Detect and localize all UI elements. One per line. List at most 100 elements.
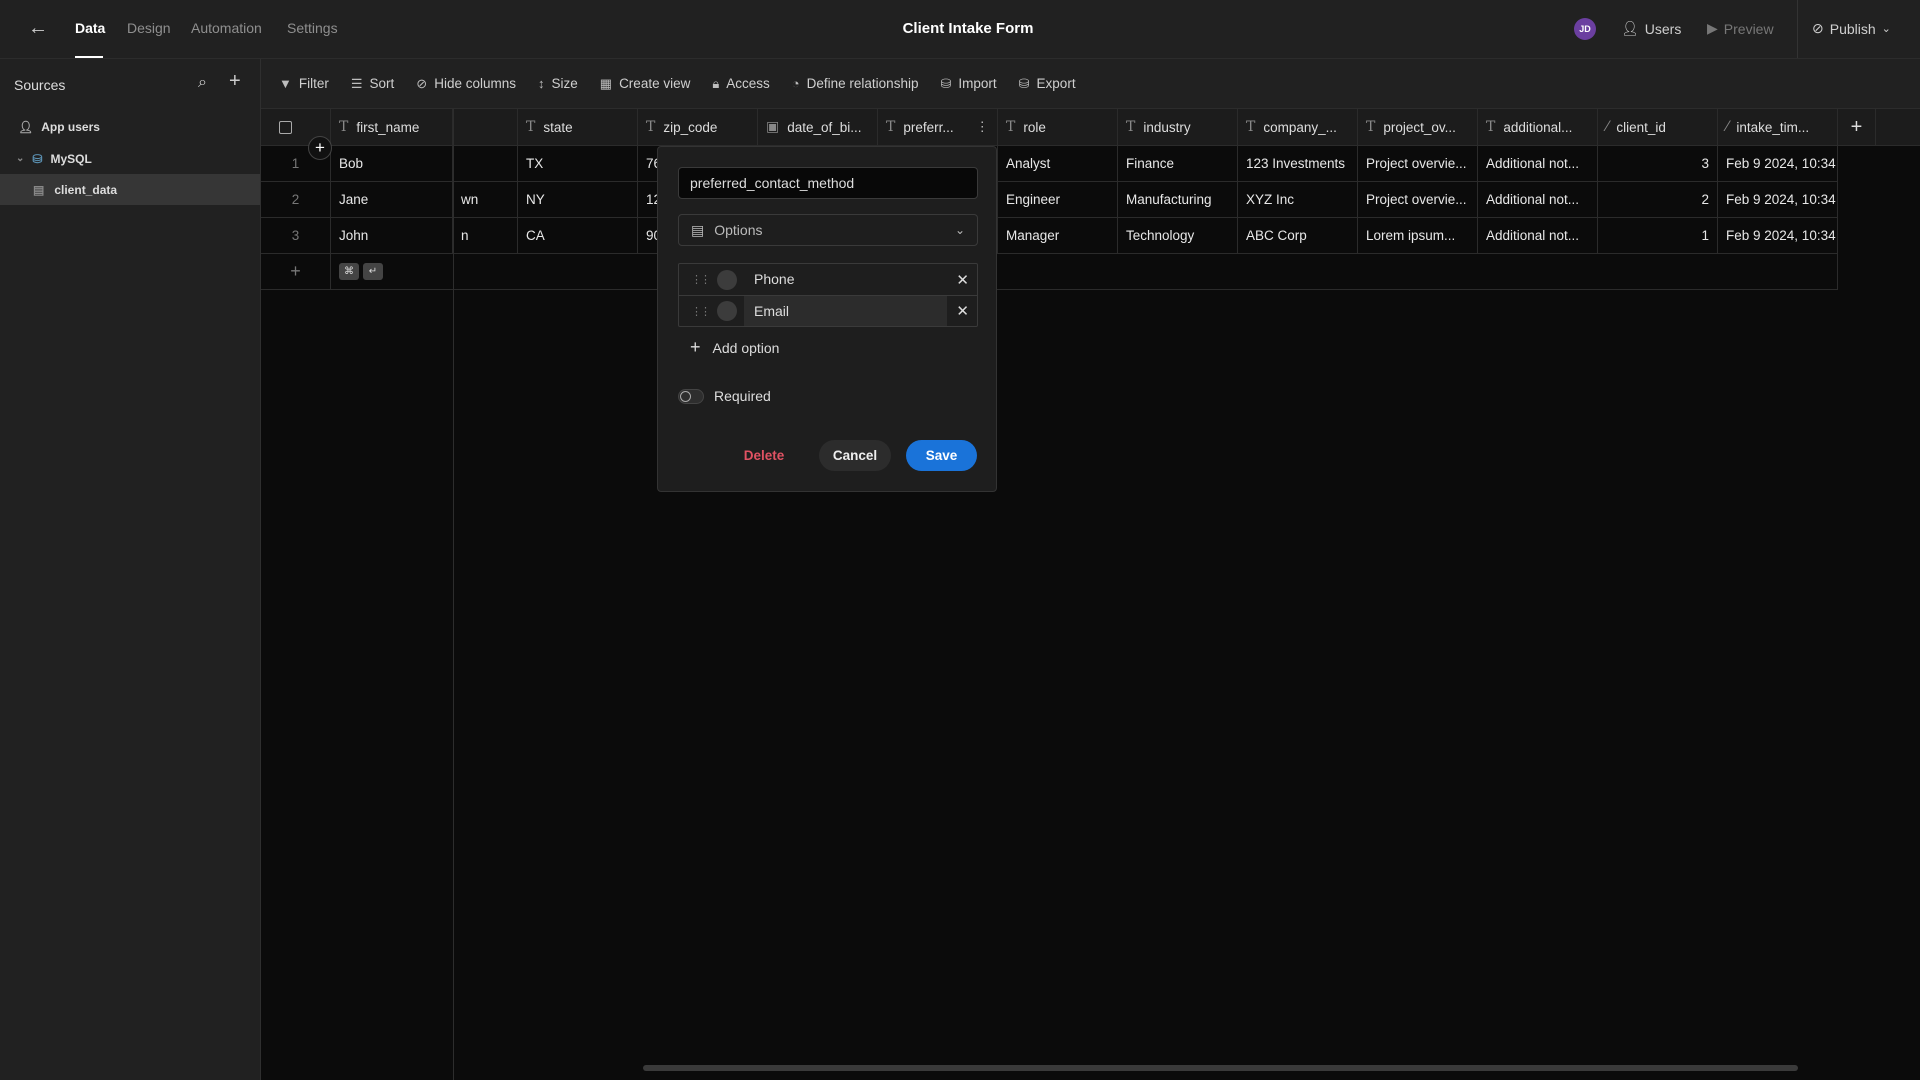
import-button[interactable]: ⛁ Import bbox=[940, 76, 996, 92]
table-cell[interactable]: Project overvie... bbox=[1358, 146, 1478, 182]
option-color-picker[interactable] bbox=[717, 301, 737, 321]
save-button[interactable]: Save bbox=[906, 440, 977, 471]
table-cell[interactable]: CA bbox=[518, 218, 638, 254]
table-cell[interactable]: Additional not... bbox=[1478, 182, 1598, 218]
table-cell[interactable]: Feb 9 2024, 10:34 bbox=[1718, 146, 1838, 182]
horizontal-scrollbar[interactable] bbox=[643, 1065, 1798, 1071]
filter-button[interactable]: ▼ Filter bbox=[279, 76, 329, 91]
column-header[interactable]: Tadditional... bbox=[1478, 109, 1598, 146]
table-cell[interactable]: NY bbox=[518, 182, 638, 218]
table-cell[interactable]: Bob bbox=[331, 146, 453, 182]
table-cell[interactable]: Finance bbox=[1118, 146, 1238, 182]
option-color-picker[interactable] bbox=[717, 269, 737, 290]
table-cell[interactable]: Feb 9 2024, 10:34 bbox=[1718, 218, 1838, 254]
column-menu-icon[interactable]: ⋮ bbox=[976, 119, 990, 135]
play-icon: ▶ bbox=[1707, 20, 1718, 36]
table-cell[interactable]: 1 bbox=[1598, 218, 1718, 254]
add-row-area[interactable]: ⌘ ↵ bbox=[331, 254, 1838, 290]
column-header[interactable]: Tindustry bbox=[1118, 109, 1238, 146]
table-cell[interactable]: ABC Corp bbox=[1238, 218, 1358, 254]
options-type-icon: ▤ bbox=[691, 221, 705, 238]
insert-column-button[interactable]: + bbox=[308, 136, 332, 160]
option-input[interactable]: Email bbox=[744, 296, 947, 326]
chevron-down-icon: ⌄ bbox=[16, 153, 25, 164]
define-relationship-button[interactable]: ◔ Define relationship bbox=[792, 76, 919, 91]
export-icon: ⛁ bbox=[1018, 75, 1030, 91]
preview-button[interactable]: ▶ Preview bbox=[1707, 20, 1774, 37]
add-column-button[interactable]: + bbox=[1838, 109, 1876, 146]
add-option-button[interactable]: + Add option bbox=[690, 337, 779, 358]
avatar[interactable]: JD bbox=[1574, 18, 1596, 40]
table-cell[interactable]: Technology bbox=[1118, 218, 1238, 254]
add-source-icon[interactable]: + bbox=[229, 70, 241, 93]
table-cell[interactable]: Additional not... bbox=[1478, 218, 1598, 254]
select-all-checkbox[interactable] bbox=[279, 120, 292, 134]
search-icon[interactable]: ⌕ bbox=[198, 74, 207, 92]
table-cell[interactable]: 2 bbox=[1598, 182, 1718, 218]
table-cell[interactable]: TX bbox=[518, 146, 638, 182]
table-cell[interactable]: Project overvie... bbox=[1358, 182, 1478, 218]
sidebar-item-label: MySQL bbox=[50, 151, 92, 166]
table-cell[interactable]: Manufacturing bbox=[1118, 182, 1238, 218]
view-icon: ▦ bbox=[599, 75, 613, 91]
header-filler bbox=[1876, 109, 1920, 146]
table-cell[interactable]: 123 Investments bbox=[1238, 146, 1358, 182]
table-cell[interactable] bbox=[453, 146, 518, 182]
column-header[interactable]: Tcompany_... bbox=[1238, 109, 1358, 146]
column-header[interactable]: ⁄ intake_tim... bbox=[1718, 109, 1838, 146]
column-header[interactable]: ▣ date_of_bi... bbox=[758, 109, 878, 146]
sidebar-item-client-data[interactable]: ▤ client_data bbox=[0, 174, 260, 205]
table-cell[interactable]: XYZ Inc bbox=[1238, 182, 1358, 218]
column-header[interactable]: ⁄ client_id bbox=[1598, 109, 1718, 146]
auto-column-icon: ⁄ bbox=[1726, 119, 1729, 135]
drag-handle-icon[interactable]: ⋮⋮ bbox=[691, 305, 711, 318]
column-header[interactable]: Tpreferr... ⋮ bbox=[878, 109, 998, 146]
table-cell[interactable]: 3 bbox=[1598, 146, 1718, 182]
table-cell[interactable]: wn bbox=[453, 182, 518, 218]
publish-button[interactable]: ⊘ Publish ⌄ bbox=[1812, 20, 1891, 37]
column-header[interactable]: Tzip_code bbox=[638, 109, 758, 146]
column-header[interactable] bbox=[453, 109, 518, 146]
access-button[interactable]: 🔒︎ Access bbox=[712, 76, 769, 92]
table-cell[interactable]: Engineer bbox=[998, 182, 1118, 218]
publish-icon: ⊘ bbox=[1812, 20, 1824, 36]
remove-option-icon[interactable]: ✕ bbox=[956, 271, 969, 289]
table-cell[interactable]: Lorem ipsum... bbox=[1358, 218, 1478, 254]
column-name-input[interactable]: preferred_contact_method bbox=[678, 167, 978, 199]
sidebar-item-mysql[interactable]: ⌄ ⛁ MySQL bbox=[0, 143, 260, 174]
remove-option-icon[interactable]: ✕ bbox=[956, 302, 969, 320]
column-header[interactable]: Tstate bbox=[518, 109, 638, 146]
sidebar-item-app-users[interactable]: 👤︎ App users bbox=[0, 111, 260, 142]
drag-handle-icon[interactable]: ⋮⋮ bbox=[691, 273, 711, 286]
add-row-button[interactable]: + bbox=[261, 254, 331, 290]
column-type-select[interactable]: ▤ Options ⌄ bbox=[678, 214, 978, 246]
create-view-button[interactable]: ▦ Create view bbox=[600, 76, 691, 92]
option-input[interactable]: Phone bbox=[744, 264, 947, 295]
column-type-value: Options bbox=[714, 222, 763, 238]
hide-columns-button[interactable]: ⊘ Hide columns bbox=[416, 76, 516, 92]
table-cell[interactable]: Feb 9 2024, 10:34 bbox=[1718, 182, 1838, 218]
sort-button[interactable]: ☰ Sort bbox=[351, 76, 394, 92]
users-button[interactable]: 👤︎ Users bbox=[1621, 20, 1681, 37]
size-button[interactable]: ↕ Size bbox=[538, 76, 578, 91]
sources-title: Sources bbox=[14, 77, 66, 93]
column-header[interactable]: Tproject_ov... bbox=[1358, 109, 1478, 146]
table-cell[interactable]: Manager bbox=[998, 218, 1118, 254]
column-header[interactable]: Trole bbox=[998, 109, 1118, 146]
table-cell[interactable]: John bbox=[331, 218, 453, 254]
column-header-label: zip_code bbox=[663, 119, 718, 135]
table-cell[interactable]: Additional not... bbox=[1478, 146, 1598, 182]
table-cell[interactable]: n bbox=[453, 218, 518, 254]
export-button[interactable]: ⛁ Export bbox=[1019, 76, 1076, 92]
column-header[interactable]: Tfirst_name bbox=[331, 109, 453, 146]
cancel-button[interactable]: Cancel bbox=[819, 440, 891, 471]
required-toggle[interactable] bbox=[678, 389, 704, 404]
column-edit-popover: preferred_contact_method ▤ Options ⌄ ⋮⋮ … bbox=[657, 146, 997, 492]
table-cell[interactable]: Analyst bbox=[998, 146, 1118, 182]
toolbar: ▼ Filter ☰ Sort ⊘ Hide columns ↕ Size ▦ Creat… bbox=[261, 59, 1920, 109]
table-cell[interactable]: Jane bbox=[331, 182, 453, 218]
option-row: ⋮⋮ Phone ✕ bbox=[679, 264, 977, 295]
preview-label: Preview bbox=[1723, 20, 1774, 37]
column-header-label: client_id bbox=[1616, 119, 1666, 135]
delete-button[interactable]: Delete bbox=[738, 440, 790, 471]
